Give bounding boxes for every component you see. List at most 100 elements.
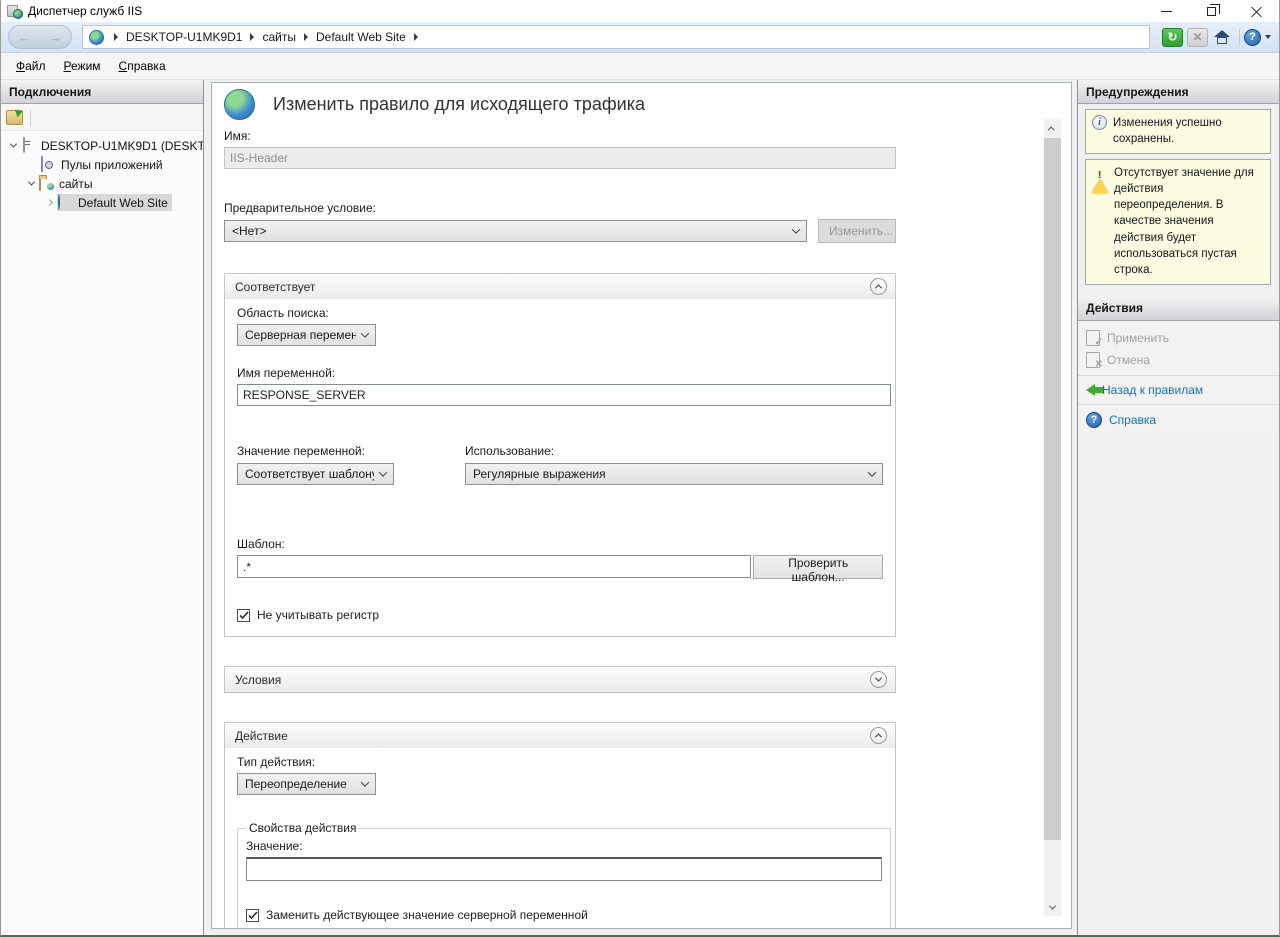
connections-tree: DESKTOP-U1MK9D1 (DESKTOP Пулы приложений… <box>1 131 203 212</box>
edit-precondition-button[interactable]: Изменить... <box>818 219 896 243</box>
expand-expander-icon[interactable] <box>41 200 57 205</box>
window-title: Диспетчер служб IIS <box>28 4 142 18</box>
cancel-icon <box>1086 352 1100 368</box>
collapse-section-button[interactable] <box>870 727 887 744</box>
tree-item-sites[interactable]: сайты <box>1 174 203 193</box>
close-icon <box>1251 6 1262 17</box>
conditions-section: Условия <box>224 666 896 693</box>
collapse-section-button[interactable] <box>870 278 887 295</box>
refresh-icon[interactable]: ↻ <box>1162 28 1183 47</box>
tree-item-server[interactable]: DESKTOP-U1MK9D1 (DESKTOP <box>1 136 203 155</box>
back-to-rules-link[interactable]: Назад к правилам <box>1078 380 1279 400</box>
restore-button[interactable] <box>1189 0 1234 22</box>
breadcrumb-site[interactable]: Default Web Site <box>316 30 406 44</box>
save-connections-icon[interactable] <box>6 110 23 125</box>
content-area: Изменить правило для исходящего трафика … <box>204 80 1077 935</box>
using-select[interactable]: Регулярные выражения <box>465 463 883 485</box>
form-content: Изменить правило для исходящего трафика … <box>224 83 896 929</box>
action-value-input[interactable] <box>246 857 882 881</box>
navigation-capsule: ← → <box>8 25 72 49</box>
form-title-row: Изменить правило для исходящего трафика <box>224 89 896 120</box>
menu-view[interactable]: Режим <box>55 55 110 77</box>
website-globe-icon <box>58 195 74 210</box>
selected-tree-item[interactable]: Default Web Site <box>57 194 172 211</box>
match-section-header[interactable]: Соответствует <box>225 274 895 299</box>
chevron-up-icon <box>1048 126 1055 133</box>
breadcrumb-separator-icon <box>414 33 418 41</box>
collapse-expander-icon[interactable] <box>23 181 39 186</box>
ignore-case-checkbox[interactable] <box>237 609 250 622</box>
pattern-input[interactable] <box>237 555 751 578</box>
action-properties-group: Свойства действия Значение: Заменить дей… <box>237 821 891 929</box>
variable-name-input[interactable] <box>237 384 891 406</box>
scroll-down-button[interactable] <box>1044 898 1061 916</box>
help-icon[interactable]: ? <box>1244 29 1261 46</box>
warning-icon <box>1092 165 1108 278</box>
help-dropdown-caret-icon[interactable] <box>1265 35 1271 39</box>
action-section-header[interactable]: Действие <box>225 723 895 748</box>
replace-value-label: Заменить действующее значение серверной … <box>266 908 588 922</box>
scroll-up-button[interactable] <box>1044 119 1061 137</box>
conditions-section-header[interactable]: Условия <box>225 667 895 692</box>
chevron-down-icon <box>1049 902 1056 909</box>
replace-value-checkbox[interactable] <box>246 909 259 922</box>
app-body: Подключения DESKTOP-U1MK9D1 (DESKTOP Пул… <box>1 80 1279 935</box>
name-label: Имя: <box>224 129 896 143</box>
action-type-label: Тип действия: <box>237 755 883 769</box>
window-controls <box>1144 0 1279 22</box>
address-bar: ← → DESKTOP-U1MK9D1 сайты Default Web Si… <box>1 22 1279 53</box>
precondition-select[interactable]: <Нет> <box>224 220 807 242</box>
breadcrumb-server[interactable]: DESKTOP-U1MK9D1 <box>126 30 242 44</box>
tree-item-label: DESKTOP-U1MK9D1 (DESKTOP <box>41 139 203 153</box>
menu-help[interactable]: Справка <box>110 55 175 77</box>
toolbar-divider <box>1239 29 1240 45</box>
help-link[interactable]: ? Справка <box>1078 409 1279 431</box>
scope-select[interactable]: Серверная переменн <box>237 324 376 346</box>
breadcrumb[interactable]: DESKTOP-U1MK9D1 сайты Default Web Site <box>82 25 1150 49</box>
collapse-expander-icon[interactable] <box>5 143 21 148</box>
breadcrumb-separator-icon <box>250 33 254 41</box>
breadcrumb-sites[interactable]: сайты <box>262 30 296 44</box>
info-alert-text: Изменения успешно сохранены. <box>1113 115 1264 147</box>
action-type-select[interactable]: Переопределение <box>237 773 376 795</box>
app-icon <box>7 3 23 19</box>
name-input <box>224 147 896 169</box>
match-section-body: Область поиска: Серверная переменн Имя п… <box>225 299 895 636</box>
chevron-up-icon <box>875 284 882 291</box>
vertical-scrollbar[interactable] <box>1044 119 1061 916</box>
server-icon <box>21 138 37 153</box>
tree-item-default-web-site[interactable]: Default Web Site <box>1 193 203 212</box>
variable-value-select[interactable]: Соответствует шаблону <box>237 463 394 485</box>
title-bar: Диспетчер служб IIS <box>1 0 1279 22</box>
tree-item-app-pools[interactable]: Пулы приложений <box>1 155 203 174</box>
edit-outbound-rule-form: Изменить правило для исходящего трафика … <box>211 82 1072 929</box>
site-globe-icon <box>89 30 104 45</box>
menu-file[interactable]: Файл <box>7 55 55 77</box>
close-button[interactable] <box>1234 0 1279 22</box>
back-arrow-icon <box>1086 384 1095 396</box>
scrollbar-thumb[interactable] <box>1044 138 1061 840</box>
value-label: Значение: <box>246 839 882 853</box>
breadcrumb-separator-icon <box>114 33 118 41</box>
apply-button[interactable]: Применить <box>1078 327 1279 349</box>
expand-section-button[interactable] <box>870 671 887 688</box>
forward-button[interactable]: → <box>49 31 62 44</box>
variable-name-label: Имя переменной: <box>237 366 883 380</box>
warning-alert: Отсутствует значение для действия переоп… <box>1085 159 1271 285</box>
cancel-button[interactable]: Отмена <box>1078 349 1279 371</box>
connections-header: Подключения <box>1 80 203 104</box>
value-using-selects-row: Соответствует шаблону Регулярные выражен… <box>237 463 883 485</box>
chevron-down-icon <box>792 225 800 233</box>
stop-icon[interactable]: ✕ <box>1187 28 1208 47</box>
back-button[interactable]: ← <box>18 31 31 44</box>
chevron-down-icon <box>868 468 876 476</box>
test-pattern-button[interactable]: Проверить шаблон... <box>753 555 883 579</box>
minimize-button[interactable] <box>1144 0 1189 22</box>
chevron-down-icon <box>379 468 387 476</box>
address-bar-actions: ↻ ✕ ? <box>1158 28 1271 47</box>
actions-header: Действия <box>1078 297 1279 321</box>
actions-header-wrap: Действия <box>1078 297 1279 321</box>
iis-manager-window: Диспетчер служб IIS ← → DESKTOP-U1MK9D1 … <box>0 0 1280 937</box>
replace-value-row: Заменить действующее значение серверной … <box>246 908 882 922</box>
home-icon[interactable] <box>1212 28 1233 47</box>
